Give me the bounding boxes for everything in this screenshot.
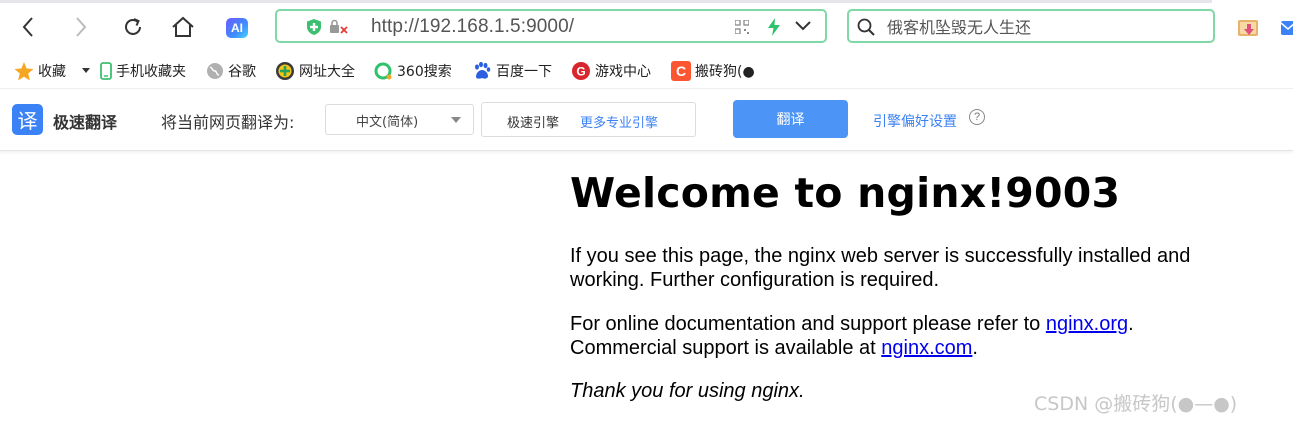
bookmark-label: 搬砖狗(● bbox=[695, 64, 755, 80]
reload-button[interactable] bbox=[118, 12, 148, 42]
browser-toolbar: AI http://192.168.1.5:9000/ bbox=[0, 0, 1293, 54]
favorites-dropdown[interactable] bbox=[82, 61, 90, 81]
support-text: . bbox=[1128, 313, 1134, 335]
download-icon[interactable] bbox=[1237, 17, 1261, 39]
search-input[interactable] bbox=[885, 15, 1189, 39]
home-button[interactable] bbox=[168, 12, 198, 42]
csdn-watermark: CSDN @搬砖狗(●—●) bbox=[1034, 393, 1238, 415]
bookmark-csdn[interactable]: C 搬砖狗(● bbox=[671, 61, 755, 81]
bookmark-label: 收藏 bbox=[38, 64, 66, 80]
csdn-icon: C bbox=[671, 61, 691, 81]
translate-bar: 译 极速翻译 将当前网页翻译为: 中文(简体) 极速引擎 更多专业引擎 翻译 引… bbox=[0, 89, 1293, 151]
baidu-paw-icon bbox=[472, 61, 492, 81]
bookmark-label: 手机收藏夹 bbox=[116, 64, 186, 80]
bookmark-game-center[interactable]: G 游戏中心 bbox=[571, 61, 651, 81]
tab-strip-edge bbox=[0, 0, 1212, 3]
caret-down-icon bbox=[82, 68, 90, 73]
nginx-com-link[interactable]: nginx.com bbox=[881, 337, 972, 359]
translate-button[interactable]: 翻译 bbox=[733, 100, 848, 138]
home-icon bbox=[172, 16, 194, 37]
ai-assistant-icon[interactable]: AI bbox=[226, 18, 248, 38]
bookmark-label: 百度一下 bbox=[496, 64, 552, 80]
back-arrow-icon bbox=[22, 17, 33, 37]
translate-logo-icon: 译 bbox=[12, 104, 43, 135]
bookmark-google[interactable]: 谷歌 bbox=[206, 61, 256, 81]
insecure-lock-icon[interactable] bbox=[329, 19, 349, 35]
commercial-text: . bbox=[972, 337, 978, 359]
mail-icon[interactable] bbox=[1281, 19, 1293, 37]
help-icon[interactable]: ? bbox=[969, 109, 985, 125]
qr-code-icon[interactable] bbox=[735, 20, 749, 34]
more-engines-link[interactable]: 更多专业引擎 bbox=[580, 112, 658, 131]
phone-icon bbox=[100, 62, 112, 80]
search-icon bbox=[857, 18, 875, 36]
game-center-icon: G bbox=[571, 61, 591, 81]
engine-selector: 极速引擎 更多专业引擎 bbox=[481, 102, 696, 137]
url-text[interactable]: http://192.168.1.5:9000/ bbox=[371, 16, 574, 38]
bookmarks-bar: 收藏 手机收藏夹 谷歌 网址大全 360搜索 百度一下 G 游戏中心 C 搬砖狗… bbox=[0, 54, 1293, 89]
address-bar[interactable]: http://192.168.1.5:9000/ bbox=[275, 9, 827, 43]
security-shield-icon[interactable] bbox=[305, 18, 323, 36]
lightning-icon[interactable] bbox=[767, 17, 781, 37]
support-message: For online documentation and support ple… bbox=[570, 312, 1210, 360]
commercial-text: Commercial support is available at bbox=[570, 337, 882, 359]
globe-icon bbox=[206, 62, 224, 80]
back-button[interactable] bbox=[13, 12, 43, 42]
bookmark-label: 谷歌 bbox=[228, 64, 256, 80]
translate-prompt: 将当前网页翻译为: bbox=[161, 113, 295, 132]
forward-arrow-icon bbox=[76, 17, 87, 37]
bookmark-mobile-favorites[interactable]: 手机收藏夹 bbox=[100, 61, 186, 81]
bookmark-360-search[interactable]: 360搜索 bbox=[374, 61, 452, 81]
target-language-select[interactable]: 中文(简体) bbox=[325, 104, 474, 135]
reload-icon bbox=[125, 18, 141, 35]
support-text: For online documentation and support ple… bbox=[570, 313, 1046, 335]
bookmark-favorites[interactable]: 收藏 bbox=[14, 61, 66, 81]
forward-button[interactable] bbox=[66, 12, 96, 42]
dropdown-caret-icon bbox=[451, 117, 461, 123]
bookmark-label: 游戏中心 bbox=[595, 64, 651, 80]
current-engine[interactable]: 极速引擎 bbox=[507, 112, 559, 131]
chevron-down-icon[interactable] bbox=[795, 21, 811, 31]
bookmark-label: 360搜索 bbox=[397, 64, 452, 80]
bookmark-site-directory[interactable]: 网址大全 bbox=[275, 61, 355, 81]
selected-language: 中文(简体) bbox=[356, 115, 419, 130]
engine-preferences-link[interactable]: 引擎偏好设置 bbox=[873, 111, 957, 131]
svg-text:G: G bbox=[576, 65, 585, 79]
page-title: Welcome to nginx!9003 bbox=[570, 169, 1121, 217]
bookmark-label: 网址大全 bbox=[299, 64, 355, 80]
search-box[interactable] bbox=[847, 9, 1215, 43]
nginx-org-link[interactable]: nginx.org bbox=[1046, 313, 1128, 335]
translate-title: 极速翻译 bbox=[53, 113, 118, 132]
star-icon bbox=[14, 61, 34, 81]
bookmark-baidu[interactable]: 百度一下 bbox=[472, 61, 552, 81]
web-directory-icon bbox=[275, 61, 295, 81]
svg-text:C: C bbox=[676, 63, 686, 79]
install-message: If you see this page, the nginx web serv… bbox=[570, 245, 1191, 291]
360-search-icon bbox=[374, 62, 393, 81]
